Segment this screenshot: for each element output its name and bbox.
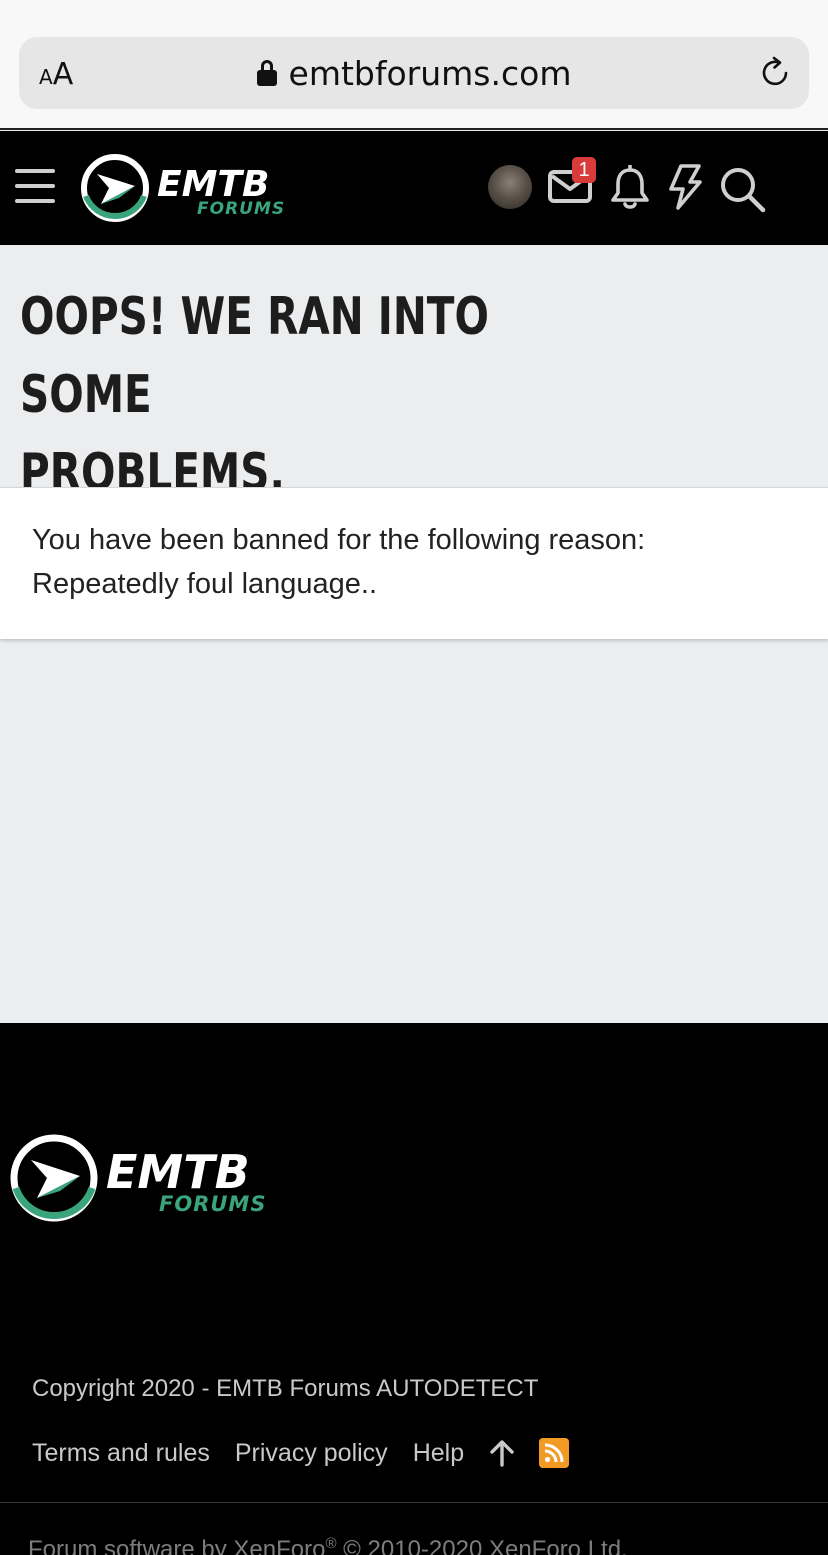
- software-suffix: © 2010-2020 XenForo Ltd.: [336, 1536, 628, 1555]
- page-title: OOPS! WE RAN INTO SOME PROBLEMS.: [20, 278, 504, 512]
- ban-message-line1: You have been banned for the following r…: [32, 524, 646, 556]
- avatar[interactable]: [488, 165, 532, 209]
- lock-icon: [256, 60, 277, 86]
- url-display[interactable]: emtbforums.com: [19, 37, 809, 109]
- terms-link[interactable]: Terms and rules: [32, 1439, 210, 1468]
- bell-icon[interactable]: [610, 165, 650, 211]
- search-icon[interactable]: [718, 165, 766, 213]
- help-link[interactable]: Help: [413, 1439, 464, 1468]
- copyright-text: Copyright 2020 - EMTB Forums AUTODETECT: [32, 1375, 539, 1402]
- url-text: emtbforums.com: [288, 53, 572, 93]
- arrow-up-icon[interactable]: [489, 1439, 515, 1467]
- ban-message: You have been banned for the following r…: [32, 518, 802, 606]
- ban-message-block: You have been banned for the following r…: [0, 487, 828, 639]
- bolt-icon[interactable]: [666, 163, 704, 211]
- reload-icon[interactable]: [759, 56, 793, 90]
- browser-bar: AA emtbforums.com: [0, 0, 828, 130]
- svg-text:FORUMS: FORUMS: [197, 199, 285, 219]
- menu-icon[interactable]: [15, 169, 55, 205]
- site-header: EMTB FORUMS 1: [0, 131, 828, 245]
- svg-text:EMTB: EMTB: [106, 1145, 250, 1199]
- privacy-link[interactable]: Privacy policy: [235, 1439, 388, 1468]
- footer-links: Terms and rules Privacy policy Help: [32, 1435, 570, 1471]
- notification-badge: 1: [572, 157, 596, 183]
- address-bar[interactable]: AA emtbforums.com: [19, 37, 809, 109]
- site-footer: EMTB FORUMS Copyright 2020 - EMTB Forums…: [0, 1023, 828, 1555]
- page-title-line1: OOPS! WE RAN INTO SOME: [20, 287, 489, 425]
- rss-icon[interactable]: [539, 1438, 570, 1468]
- registered-mark: ®: [325, 1535, 337, 1552]
- svg-text:FORUMS: FORUMS: [159, 1192, 266, 1216]
- software-prefix: Forum software by XenForo: [28, 1536, 326, 1555]
- software-credit[interactable]: Forum software by XenForo® © 2010-2020 X…: [28, 1535, 628, 1555]
- footer-divider: [0, 1502, 828, 1503]
- ban-message-line2: Repeatedly foul language..: [32, 568, 378, 600]
- emtb-forums-logo[interactable]: EMTB FORUMS: [79, 152, 311, 224]
- footer-logo[interactable]: EMTB FORUMS: [9, 1133, 301, 1223]
